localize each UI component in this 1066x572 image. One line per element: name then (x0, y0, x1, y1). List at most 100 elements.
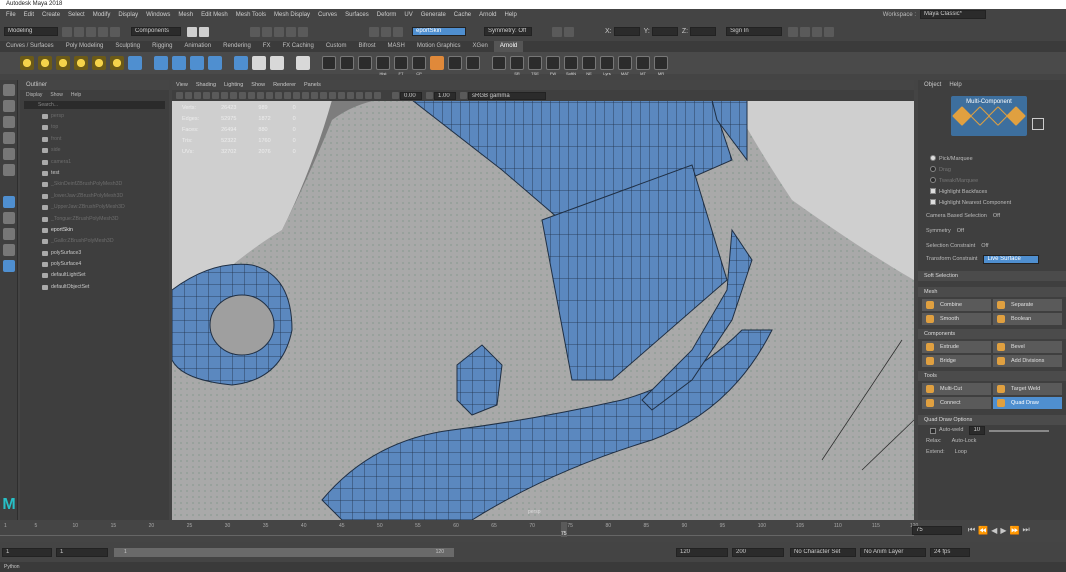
grid-icon[interactable] (212, 92, 219, 99)
menu-item-help[interactable]: Help (500, 9, 520, 21)
select-mode-icon[interactable] (187, 26, 197, 37)
standin-icon[interactable] (128, 56, 142, 70)
menu-item-display[interactable]: Display (114, 9, 142, 21)
step-forward-icon[interactable]: ⏩ (1009, 526, 1019, 535)
shadows-icon[interactable] (311, 92, 318, 99)
sky-light-icon[interactable] (92, 56, 106, 70)
menu-item-mesh[interactable]: Mesh (174, 9, 197, 21)
shelf-tab-mash[interactable]: MASH (382, 41, 411, 52)
auto-weld-row[interactable]: Auto-weld 10 (918, 425, 1066, 436)
lyrs-icon[interactable]: Lyrs (600, 56, 614, 76)
outliner-item[interactable]: polySurface4 (20, 259, 169, 270)
viewport-menu-panels[interactable]: Panels (304, 82, 321, 88)
ne-icon[interactable]: NE (582, 56, 596, 76)
outliner-item[interactable]: _Tongue:ZBrushPolyMesh3D (20, 214, 169, 225)
snap-view-icon[interactable] (286, 26, 296, 37)
target-weld-button[interactable]: Target Weld (993, 383, 1062, 395)
menu-item-arnold[interactable]: Arnold (475, 9, 500, 21)
camera-based-row[interactable]: Camera Based Selection Off (918, 211, 1066, 222)
cylinder-icon[interactable] (190, 56, 204, 70)
transform-constraint-row[interactable]: Transform Constraint Live Surface (918, 254, 1066, 265)
edge-icon[interactable] (270, 56, 284, 70)
symmetry-dropdown[interactable]: Symmetry: Off (484, 27, 532, 36)
snap-live-icon[interactable] (298, 26, 308, 37)
tool-a-icon[interactable] (448, 56, 462, 70)
radio-button[interactable] (930, 177, 936, 183)
channel-box-icon[interactable] (824, 26, 835, 37)
vertex-mode-icon[interactable] (970, 106, 990, 126)
viewport-menu-shading[interactable]: Shading (196, 82, 216, 88)
multi-component-button[interactable]: Multi-Component (951, 96, 1027, 136)
textured-icon[interactable] (293, 92, 300, 99)
gamma-field[interactable]: 1.00 (434, 91, 456, 100)
spot-light-icon[interactable] (56, 56, 70, 70)
ao-icon[interactable] (320, 92, 327, 99)
menu-item-mesh-tools[interactable]: Mesh Tools (232, 9, 270, 21)
cp-icon[interactable]: CP (412, 56, 426, 76)
colorspace-dropdown[interactable]: sRGB gamma (468, 91, 546, 100)
vertex-icon[interactable] (252, 56, 266, 70)
face-mode-icon[interactable] (1006, 106, 1026, 126)
auto-weld-field[interactable]: 10 (969, 426, 986, 435)
range-end-field[interactable]: 200 (732, 547, 784, 557)
xray-active-icon[interactable] (374, 92, 381, 99)
playback-start-field[interactable]: 1 (56, 547, 108, 557)
play-back-icon[interactable]: ◀ (991, 526, 997, 535)
bookmark-icon[interactable] (194, 92, 201, 99)
magnet-icon[interactable] (552, 26, 562, 37)
save-scene-icon[interactable] (86, 26, 96, 37)
lights-icon[interactable] (302, 92, 309, 99)
components-dropdown[interactable]: Components (131, 27, 181, 36)
command-line[interactable]: Python (0, 562, 1066, 572)
rotate-tool-icon[interactable] (3, 148, 15, 160)
mat-icon[interactable]: MAT (618, 56, 632, 76)
bevel-button[interactable]: Bevel (993, 341, 1062, 353)
shelf-tab-fx[interactable]: FX (257, 41, 277, 52)
checkbox[interactable] (930, 199, 936, 205)
xray-joints-icon[interactable] (365, 92, 372, 99)
exposure-field[interactable]: 0.00 (400, 91, 422, 100)
menu-item-deform[interactable]: Deform (373, 9, 401, 21)
outliner-item[interactable]: side (20, 145, 169, 156)
workspace-selector[interactable]: Workspace : Maya Classic* (883, 10, 986, 19)
camera-attr-icon[interactable] (185, 92, 192, 99)
shelf-tab-fx-caching[interactable]: FX Caching (276, 41, 319, 52)
components-header[interactable]: Components (918, 329, 1066, 339)
render-view-icon[interactable] (358, 56, 372, 70)
shelf-tab-poly-modeling[interactable]: Poly Modeling (60, 41, 110, 52)
smooth-button[interactable]: Smooth (922, 313, 991, 325)
selection-option[interactable]: Tweak/Marquee (918, 176, 1066, 187)
z-field[interactable] (690, 27, 717, 36)
sphere-icon[interactable] (172, 56, 186, 70)
fps-dropdown[interactable]: 24 fps (930, 547, 970, 557)
viewport-menu-renderer[interactable]: Renderer (273, 82, 296, 88)
extrude-button[interactable]: Extrude (922, 341, 991, 353)
playblast-icon[interactable] (340, 56, 354, 70)
quad-draw-tool-icon[interactable] (3, 196, 15, 208)
uv-mode-icon[interactable] (1032, 118, 1044, 130)
viewport-menu-show[interactable]: Show (251, 82, 265, 88)
soft-selection-header[interactable]: Soft Selection (918, 271, 1066, 281)
sr-icon[interactable]: SR (510, 56, 524, 76)
outliner-item[interactable]: eportSkin (20, 225, 169, 236)
selection-option[interactable]: Highlight Backfaces (918, 187, 1066, 198)
shelf-tab-bifrost[interactable]: Bifrost (353, 41, 382, 52)
cube-icon[interactable] (154, 56, 168, 70)
auto-weld-slider[interactable] (989, 429, 1050, 432)
isolate-icon[interactable] (347, 92, 354, 99)
gamma-icon[interactable] (426, 92, 433, 99)
toolkit-menu-help[interactable]: Help (949, 82, 961, 88)
tool-b-icon[interactable] (466, 56, 480, 70)
shelf-tab-xgen[interactable]: XGen (467, 41, 494, 52)
aa-icon[interactable] (338, 92, 345, 99)
outliner-menu-help[interactable]: Help (71, 92, 81, 98)
radio-button[interactable] (930, 166, 936, 172)
shelf-tab-motion-graphics[interactable]: Motion Graphics (411, 41, 467, 52)
fw-icon[interactable]: FW (546, 56, 560, 76)
current-frame-field[interactable]: 75 (912, 525, 962, 535)
edge-mode-icon[interactable] (988, 106, 1008, 126)
light-icon[interactable] (20, 56, 34, 70)
outliner-item[interactable]: camera1 (20, 157, 169, 168)
extend-value[interactable]: Loop (955, 447, 967, 458)
xray-icon[interactable] (356, 92, 363, 99)
